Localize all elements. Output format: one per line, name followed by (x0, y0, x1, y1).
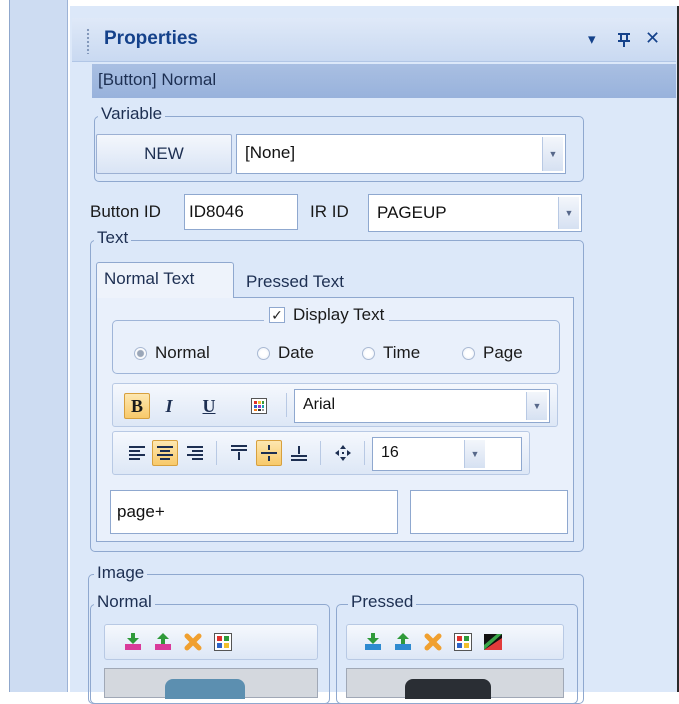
chevron-down-icon[interactable]: ▼ (464, 440, 485, 468)
ir-id-label: IR ID (310, 202, 349, 221)
fill-icon[interactable] (480, 629, 506, 655)
align-top-icon[interactable] (226, 440, 252, 466)
tab-pressed-text[interactable]: Pressed Text (236, 266, 378, 296)
delete-icon[interactable] (180, 629, 206, 655)
button-id-field[interactable]: ID8046 (184, 194, 298, 230)
radio-dot[interactable] (257, 346, 270, 360)
text-preview-field[interactable] (410, 490, 568, 534)
font-size-combo[interactable]: 16 ▼ (372, 437, 522, 471)
italic-button[interactable]: I (156, 393, 182, 419)
ir-id-combo[interactable]: PAGEUP ▼ (368, 194, 582, 232)
radio-time[interactable]: Time (362, 343, 420, 363)
ir-id-value: PAGEUP (377, 203, 447, 222)
radio-page[interactable]: Page (462, 343, 523, 363)
variable-legend: Variable (98, 104, 166, 124)
close-icon[interactable]: ✕ (645, 28, 660, 49)
button-id-label: Button ID (90, 202, 161, 221)
left-strip (0, 0, 10, 692)
font-combo[interactable]: Arial ▼ (294, 389, 550, 423)
new-variable-button[interactable]: NEW (96, 134, 232, 174)
text-legend: Text (94, 228, 132, 248)
import-icon[interactable] (120, 629, 146, 655)
align-right-icon[interactable] (182, 440, 208, 466)
radio-label: Time (383, 343, 421, 362)
text-value-field[interactable]: page+ (110, 490, 398, 534)
toolbar-separator (286, 393, 287, 417)
font-value: Arial (303, 396, 336, 413)
new-button-label: NEW (144, 144, 184, 163)
panel-menu-dropdown-icon[interactable]: ▾ (588, 30, 596, 48)
variable-combo-value: [None] (245, 143, 296, 162)
display-text-checkbox[interactable]: ✓ Display Text (264, 305, 390, 325)
display-text-check[interactable]: ✓ (269, 307, 285, 323)
radio-normal[interactable]: Normal (134, 343, 210, 363)
selected-object-label: [Button] Normal (98, 70, 217, 89)
import-icon[interactable] (360, 629, 386, 655)
export-icon[interactable] (390, 629, 416, 655)
move-icon[interactable] (330, 440, 356, 466)
dock-area (10, 0, 68, 692)
normal-image-legend: Normal (94, 592, 155, 612)
delete-icon[interactable] (420, 629, 446, 655)
align-left-icon[interactable] (124, 440, 150, 466)
chevron-down-icon[interactable]: ▼ (542, 137, 563, 171)
bold-button[interactable]: B (124, 393, 150, 419)
drag-grip-icon[interactable] (86, 28, 90, 54)
variable-combo[interactable]: [None] ▼ (236, 134, 566, 174)
pressed-image-legend: Pressed (348, 592, 417, 612)
align-bottom-icon[interactable] (286, 440, 312, 466)
pin-icon[interactable] (613, 28, 635, 50)
image-legend: Image (94, 563, 148, 583)
align-middle-icon[interactable] (256, 440, 282, 466)
display-text-label: Display Text (293, 305, 385, 324)
pressed-image-preview[interactable] (346, 668, 564, 699)
underline-button[interactable]: U (196, 393, 222, 419)
font-size-value: 16 (381, 444, 399, 461)
chevron-down-icon[interactable]: ▼ (526, 392, 547, 420)
palette-icon[interactable] (210, 629, 236, 655)
radio-label: Page (483, 343, 523, 362)
panel-title: Properties (104, 28, 198, 49)
palette-icon[interactable] (450, 629, 476, 655)
toolbar-separator (364, 441, 365, 465)
chevron-down-icon[interactable]: ▼ (558, 197, 579, 229)
radio-dot[interactable] (462, 346, 475, 360)
normal-image-preview[interactable] (104, 668, 318, 699)
radio-date[interactable]: Date (257, 343, 314, 363)
panel-top-edge (69, 0, 679, 6)
toolbar-separator (216, 441, 217, 465)
radio-label: Normal (155, 343, 210, 362)
radio-label: Date (278, 343, 314, 362)
color-palette-icon[interactable] (246, 393, 272, 419)
radio-dot[interactable] (134, 346, 147, 360)
tab-normal-text[interactable]: Normal Text (96, 262, 234, 298)
toolbar-separator (320, 441, 321, 465)
export-icon[interactable] (150, 629, 176, 655)
align-center-icon[interactable] (152, 440, 178, 466)
radio-dot[interactable] (362, 346, 375, 360)
